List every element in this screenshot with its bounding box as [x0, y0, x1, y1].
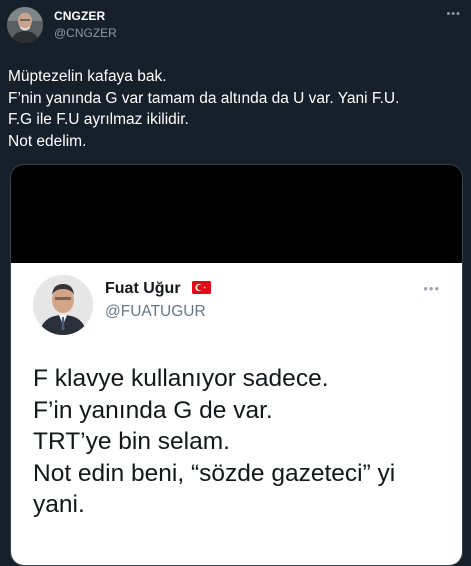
embedded-text-line: F’in yanında G de var.	[33, 396, 273, 424]
embedded-text-line: TRT’ye bin selam.	[33, 428, 230, 455]
turkey-flag-icon	[192, 281, 211, 294]
tweet-text-line: F.G ile F.U ayrılmaz ikilidir.	[8, 111, 189, 128]
tweet-text-line: Müptezelin kafaya bak.	[8, 68, 167, 85]
author-handle[interactable]: @CNGZER	[54, 26, 117, 40]
more-options-icon[interactable]: •••	[446, 8, 461, 20]
avatar[interactable]	[7, 7, 43, 43]
attached-image[interactable]: Fuat Uğur @FUATUGUR ••• F klavye kullanı…	[10, 164, 463, 566]
tweet-text-line: Not edelim.	[8, 132, 87, 150]
image-black-area	[11, 165, 462, 263]
embedded-author-handle: @FUATUGUR	[105, 303, 206, 320]
embedded-avatar-photo	[33, 275, 93, 335]
embedded-avatar	[33, 275, 93, 335]
embedded-more-icon: •••	[423, 281, 440, 296]
tweet-text-line: F’nin yanında G var tamam da altında da …	[8, 89, 400, 107]
tweet: CNGZER @CNGZER ••• Müptezelin kafaya bak…	[0, 0, 471, 566]
avatar-photo	[7, 7, 43, 43]
embedded-tweet-text: F klavye kullanıyor sadece. F’in yanında…	[33, 363, 453, 521]
embedded-text-line: F klavye kullanıyor sadece.	[33, 365, 329, 392]
embedded-text-line: Not edin beni, “sözde gazeteci” yi	[33, 459, 396, 487]
author-name[interactable]: CNGZER	[54, 9, 105, 23]
tweet-text: Müptezelin kafaya bak. F’nin yanında G v…	[8, 66, 463, 152]
embedded-text-line: yani.	[33, 491, 85, 518]
embedded-author-name: Fuat Uğur	[105, 280, 181, 297]
embedded-tweet-screenshot: Fuat Uğur @FUATUGUR ••• F klavye kullanı…	[11, 263, 462, 565]
